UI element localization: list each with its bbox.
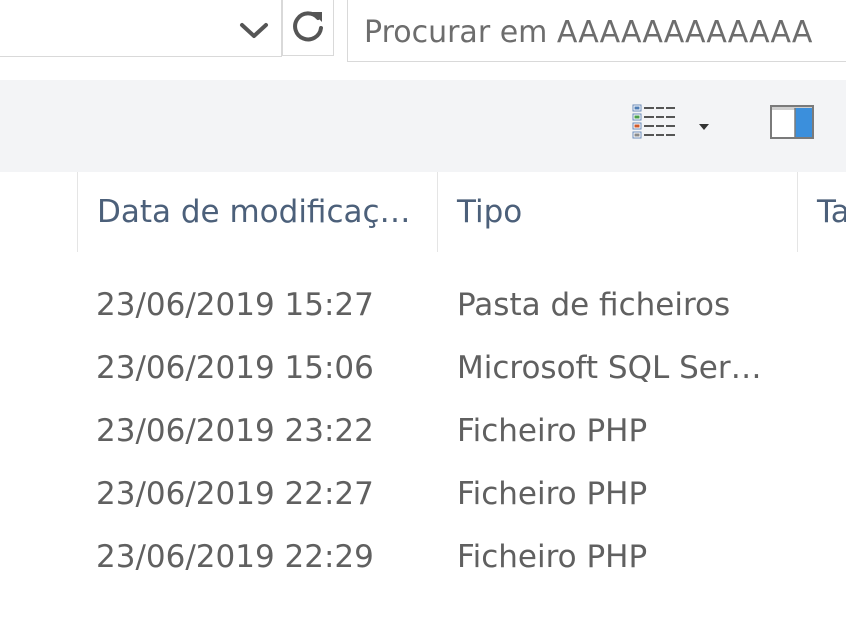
caret-down-icon <box>699 115 709 134</box>
table-row[interactable]: 23/06/2019 22:27 Ficheiro PHP <box>0 463 846 526</box>
date-modified-cell: 23/06/2019 23:22 <box>96 413 374 449</box>
refresh-icon <box>291 9 325 47</box>
view-options-dropdown[interactable] <box>692 112 716 136</box>
table-row[interactable]: 23/06/2019 23:22 Ficheiro PHP <box>0 400 846 463</box>
file-list: 23/06/2019 15:27 Pasta de ficheiros 23/0… <box>0 274 846 589</box>
address-bar[interactable] <box>0 0 282 57</box>
details-view-button[interactable] <box>626 102 682 146</box>
type-cell: Ficheiro PHP <box>457 539 648 575</box>
column-header-type[interactable]: Tipo <box>437 172 798 252</box>
toolbar <box>0 80 846 172</box>
table-row[interactable]: 23/06/2019 22:29 Ficheiro PHP <box>0 526 846 589</box>
column-headers: Data de modificaç… Tipo Ta <box>0 172 846 252</box>
details-view-icon <box>632 104 676 144</box>
date-modified-cell: 23/06/2019 15:27 <box>96 287 374 323</box>
type-cell: Microsoft SQL Ser… <box>457 350 762 386</box>
column-header-size[interactable]: Ta <box>797 172 846 252</box>
type-cell: Ficheiro PHP <box>457 413 648 449</box>
date-modified-cell: 23/06/2019 22:27 <box>96 476 374 512</box>
table-row[interactable]: 23/06/2019 15:06 Microsoft SQL Ser… <box>0 337 846 400</box>
date-modified-cell: 23/06/2019 15:06 <box>96 350 374 386</box>
preview-pane-button[interactable] <box>764 102 820 146</box>
column-header-date[interactable]: Data de modificaç… <box>77 172 438 252</box>
preview-pane-icon <box>770 105 814 143</box>
date-modified-cell: 23/06/2019 22:29 <box>96 539 374 575</box>
chevron-down-icon[interactable] <box>235 12 273 50</box>
table-row[interactable]: 23/06/2019 15:27 Pasta de ficheiros <box>0 274 846 337</box>
type-cell: Pasta de ficheiros <box>457 287 731 323</box>
type-cell: Ficheiro PHP <box>457 476 648 512</box>
refresh-button[interactable] <box>282 0 334 56</box>
search-box[interactable] <box>347 0 846 62</box>
search-input[interactable] <box>364 10 846 54</box>
